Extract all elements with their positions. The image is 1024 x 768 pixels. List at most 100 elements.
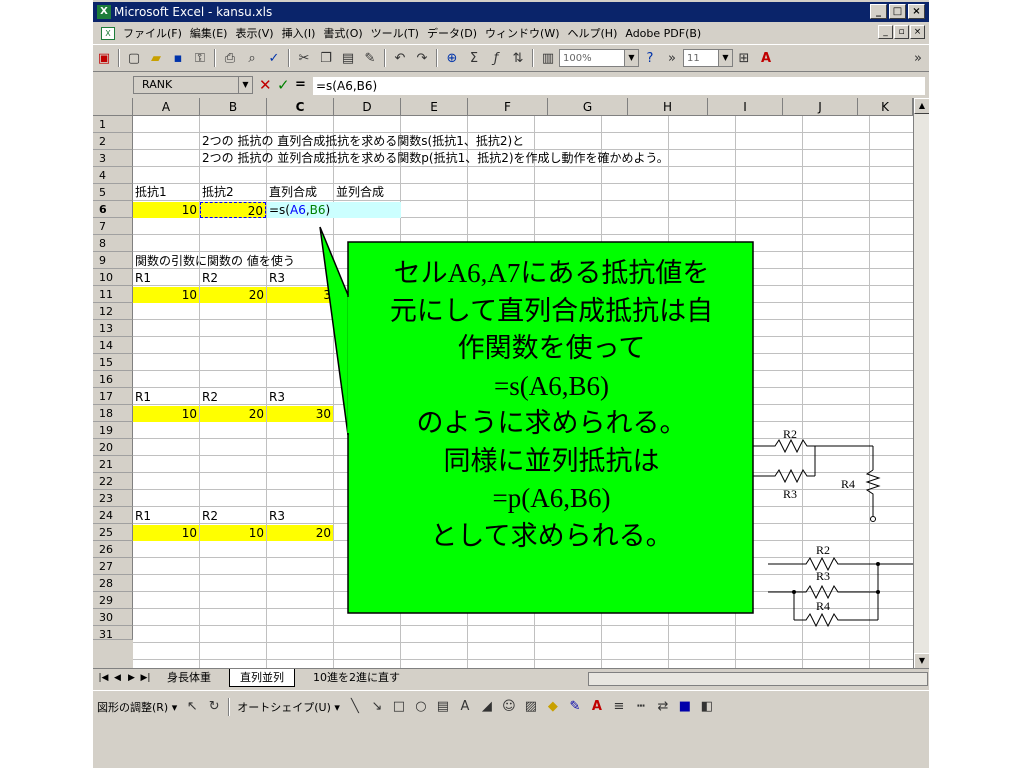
open-icon[interactable]: ▰ [145,48,167,68]
paste-icon[interactable]: ▤ [337,48,359,68]
permission-icon[interactable]: ⚿ [189,48,211,68]
cell-b17[interactable]: 20 [200,406,266,422]
dash-style-icon[interactable]: ┅ [630,697,652,717]
row-header[interactable]: 9 [93,252,133,269]
row-header[interactable]: 30 [93,609,133,626]
row-header[interactable]: 25 [93,524,133,541]
row-header[interactable]: 22 [93,473,133,490]
row-header[interactable]: 31 [93,626,133,641]
close-button[interactable]: × [908,4,925,19]
cell-a6[interactable]: 10 [133,202,199,218]
autosum-icon[interactable]: Σ [463,48,485,68]
zoom-combo[interactable]: 100% ▼ [559,49,639,67]
toolbar-options-icon[interactable]: » [661,48,683,68]
font-color-icon[interactable]: A [755,48,777,68]
next-sheet-icon[interactable]: ▶ [125,671,138,686]
cell-a11[interactable]: 10 [133,287,199,303]
cell-b3[interactable]: 2つの 抵抗の 並列合成抵抗を求める関数p(抵抗1、抵抗2)を作成し動作を確かめ… [200,150,671,166]
fill-color-icon[interactable]: ◆ [542,697,564,717]
formula-equals[interactable]: = [295,77,306,92]
col-header-f[interactable]: F [468,98,548,116]
print-preview-icon[interactable]: ⌕ [241,48,263,68]
row-header[interactable]: 27 [93,558,133,575]
font-color-icon[interactable]: A [586,697,608,717]
menu-edit[interactable]: 編集(E) [186,25,232,41]
vertical-scrollbar[interactable]: ▲ ▼ [913,98,929,669]
cell-c5[interactable]: 直列合成 [267,184,334,200]
sheet-tab-height-weight[interactable]: 身長体重 [157,669,221,687]
sheet-tab-series-parallel[interactable]: 直列並列 [229,669,295,687]
line-style-icon[interactable]: ≡ [608,697,630,717]
col-header-a[interactable]: A [133,98,200,116]
cell-b10[interactable]: R2 [200,270,220,286]
horizontal-scrollbar[interactable] [588,672,928,686]
chart-icon[interactable]: ▥ [537,48,559,68]
cell-b24[interactable]: 10 [200,525,266,541]
chevron-down-icon[interactable]: ▼ [238,77,252,93]
row-header[interactable]: 16 [93,371,133,388]
col-header-h[interactable]: H [628,98,708,116]
row-header[interactable]: 6 [93,201,133,218]
line-color-icon[interactable]: ✎ [564,697,586,717]
menu-window[interactable]: ウィンドウ(W) [481,25,563,41]
col-header-e[interactable]: E [401,98,468,116]
rotate-icon[interactable]: ↻ [203,697,225,717]
cell-c10[interactable]: R3 [267,270,287,286]
menu-data[interactable]: データ(D) [423,25,481,41]
row-header[interactable]: 5 [93,184,133,201]
clipart-icon[interactable]: ☺ [498,697,520,717]
col-header-j[interactable]: J [783,98,858,116]
maximize-button[interactable]: □ [889,4,906,19]
draw-menu[interactable]: 図形の調整(R) ▾ [93,699,181,715]
format-painter-icon[interactable]: ✎ [359,48,381,68]
autoshape-menu[interactable]: オートシェイプ(U) ▾ [233,699,344,715]
menu-file[interactable]: ファイル(F) [119,25,186,41]
cell-a9[interactable]: 関数の引数に関数の 値を使う [133,253,297,269]
cell-a5[interactable]: 抵抗1 [133,184,200,200]
row-header[interactable]: 2 [93,133,133,150]
chevron-down-icon[interactable]: ▼ [624,50,638,66]
select-all-corner[interactable] [93,98,133,116]
menu-help[interactable]: ヘルプ(H) [564,25,622,41]
row-header[interactable]: 21 [93,456,133,473]
cell-d5[interactable]: 並列合成 [334,184,401,200]
cell-b11[interactable]: 20 [200,287,266,303]
menu-adobe-pdf[interactable]: Adobe PDF(B) [621,27,705,40]
cell-b2[interactable]: 2つの 抵抗の 直列合成抵抗を求める関数s(抵抗1、抵抗2)と [200,133,526,149]
row-header[interactable]: 12 [93,303,133,320]
cell-c24[interactable]: 20 [267,525,333,541]
spelling-icon[interactable]: ✓ [263,48,285,68]
row-header[interactable]: 29 [93,592,133,609]
col-header-b[interactable]: B [200,98,267,116]
row-header[interactable]: 11 [93,286,133,303]
menu-insert[interactable]: 挿入(I) [278,25,320,41]
pdf-icon[interactable]: ▣ [93,48,115,68]
prev-sheet-icon[interactable]: ◀ [111,671,124,686]
textbox-icon[interactable]: ▤ [432,697,454,717]
copy-icon[interactable]: ❐ [315,48,337,68]
cell-b23[interactable]: R2 [200,508,220,524]
row-header[interactable]: 13 [93,320,133,337]
row-header[interactable]: 24 [93,507,133,524]
row-header[interactable]: 15 [93,354,133,371]
picture-icon[interactable]: ▨ [520,697,542,717]
row-header[interactable]: 28 [93,575,133,592]
document-icon[interactable]: X [101,26,115,40]
new-icon[interactable]: ▢ [123,48,145,68]
scroll-up-icon[interactable]: ▲ [914,98,929,114]
row-header[interactable]: 14 [93,337,133,354]
diagram-icon[interactable]: ◢ [476,697,498,717]
col-header-c[interactable]: C [267,98,334,116]
toolbar-overflow-icon[interactable]: » [907,48,929,68]
col-header-i[interactable]: I [708,98,783,116]
rectangle-icon[interactable]: □ [388,697,410,717]
function-icon[interactable]: ƒ [485,48,507,68]
line-icon[interactable]: ╲ [344,697,366,717]
doc-close-button[interactable]: × [910,25,925,39]
cell-b6[interactable]: 20 [200,202,266,218]
cell-b16[interactable]: R2 [200,389,220,405]
wordart-icon[interactable]: A [454,697,476,717]
col-header-d[interactable]: D [334,98,401,116]
row-header[interactable]: 4 [93,167,133,184]
cell-a23[interactable]: R1 [133,508,153,524]
